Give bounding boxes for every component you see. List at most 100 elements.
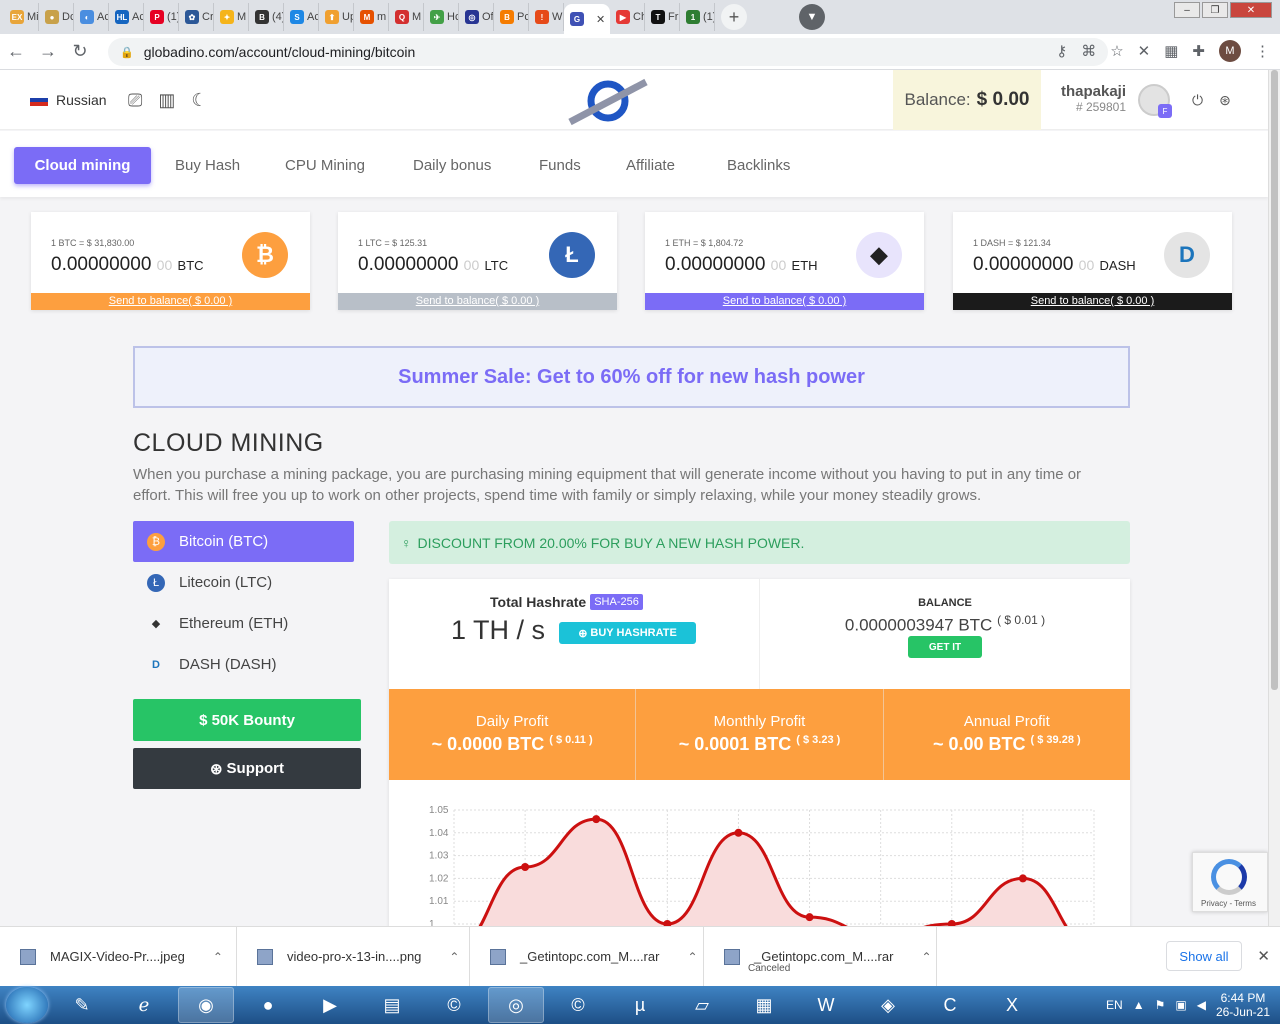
key-icon[interactable]: ⚷ xyxy=(1056,42,1067,60)
browser-tab[interactable]: ⬆Up xyxy=(319,3,354,31)
browser-tab[interactable]: 1(1) xyxy=(680,3,715,31)
chart-point[interactable] xyxy=(734,828,743,837)
taskbar-player-icon[interactable]: ▶ xyxy=(302,987,358,1023)
cast-icon[interactable]: ⎚ xyxy=(128,90,142,111)
download-item[interactable]: MAGIX-Video-Pr....jpeg ⌃ xyxy=(0,926,237,987)
menu-cpu-mining[interactable]: CPU Mining xyxy=(285,157,365,174)
dark-mode-icon[interactable]: ☾ xyxy=(191,90,207,111)
start-button[interactable] xyxy=(6,987,48,1023)
new-tab-button[interactable]: + xyxy=(721,4,747,30)
taskbar-winrar-icon[interactable]: ▦ xyxy=(736,987,792,1023)
page-scrollbar[interactable] xyxy=(1268,70,1280,926)
taskbar-utorrent-icon[interactable]: µ xyxy=(612,987,668,1023)
browser-tab[interactable]: S Ac xyxy=(284,3,319,31)
input-language[interactable]: EN xyxy=(1106,998,1123,1012)
coin-list-item[interactable]: ₿ Bitcoin (BTC) xyxy=(133,521,354,562)
scrollbar-thumb[interactable] xyxy=(1271,70,1278,690)
reload-icon[interactable]: ↻ xyxy=(64,41,96,62)
taskbar-camtasia2-icon[interactable]: © xyxy=(550,987,606,1023)
tab-close-icon[interactable]: ✕ xyxy=(596,13,605,26)
forward-icon[interactable]: → xyxy=(32,41,64,62)
download-item[interactable]: video-pro-x-13-in....png ⌃ xyxy=(237,926,470,987)
profile-avatar[interactable]: M xyxy=(1219,40,1241,62)
recaptcha-badge[interactable]: Privacy - Terms xyxy=(1192,852,1268,912)
browser-tab[interactable]: B Pc xyxy=(494,3,529,31)
taskbar-notes-icon[interactable]: ▱ xyxy=(674,987,730,1023)
menu-funds[interactable]: Funds xyxy=(539,157,581,174)
tray-arrow-icon[interactable]: ▲ xyxy=(1133,998,1145,1012)
support-button[interactable]: ⊛ Support xyxy=(133,748,361,789)
chart-point[interactable] xyxy=(521,863,530,871)
chevron-up-icon[interactable]: ⌃ xyxy=(921,950,931,964)
recaptcha-terms[interactable]: Privacy - Terms xyxy=(1201,899,1256,908)
network-icon[interactable]: ▣ xyxy=(1175,998,1186,1012)
browser-tab[interactable]: ◎ Of xyxy=(459,3,494,31)
taskbar-paint-icon[interactable]: ✎ xyxy=(54,987,110,1023)
send-to-balance-link[interactable]: Send to balance( $ 0.00 ) xyxy=(31,293,310,310)
coin-list-item[interactable]: D DASH (DASH) xyxy=(133,644,354,685)
show-all-downloads-button[interactable]: Show all xyxy=(1166,941,1242,971)
extension-icon[interactable]: ✕ xyxy=(1138,42,1151,60)
browser-tab[interactable]: ▶Ch xyxy=(610,3,645,31)
menu-affiliate[interactable]: Affiliate xyxy=(626,157,675,174)
puzzle-icon[interactable]: ✚ xyxy=(1192,42,1205,60)
bounty-button[interactable]: $ 50K Bounty xyxy=(133,699,361,741)
user-info[interactable]: thapakaji # 259801 xyxy=(1058,83,1126,114)
chevron-up-icon[interactable]: ⌃ xyxy=(213,950,223,964)
translate-icon[interactable]: ⌘ xyxy=(1081,42,1096,60)
taskbar-firefox-icon[interactable]: ● xyxy=(240,987,296,1023)
menu-buy-hash[interactable]: Buy Hash xyxy=(175,157,240,174)
taskbar-ie-icon[interactable]: ℯ xyxy=(116,987,172,1023)
help-icon[interactable]: ⊛ xyxy=(1219,92,1231,109)
site-logo[interactable] xyxy=(566,76,650,126)
close-window-button[interactable]: ✕ xyxy=(1230,2,1272,18)
tab-search-icon[interactable]: ▼ xyxy=(799,4,825,30)
send-to-balance-link[interactable]: Send to balance( $ 0.00 ) xyxy=(645,293,924,310)
back-icon[interactable]: ← xyxy=(0,41,32,62)
browser-tab[interactable]: Mm xyxy=(354,3,389,31)
taskbar-tool-icon[interactable]: ▤ xyxy=(364,987,420,1023)
restore-button[interactable]: ❐ xyxy=(1202,2,1228,18)
send-to-balance-link[interactable]: Send to balance( $ 0.00 ) xyxy=(338,293,617,310)
avatar[interactable]: F xyxy=(1138,84,1172,118)
menu-kebab-icon[interactable]: ⋮ xyxy=(1255,42,1270,60)
browser-tab[interactable]: ! W xyxy=(529,3,564,31)
browser-tab[interactable]: ✿ Cr xyxy=(179,3,214,31)
chart-point[interactable] xyxy=(1018,874,1027,883)
browser-tab[interactable]: ✈Hc xyxy=(424,3,459,31)
chart-point[interactable] xyxy=(592,815,601,824)
chevron-up-icon[interactable]: ⌃ xyxy=(687,950,697,964)
coin-list-item[interactable]: Ł Litecoin (LTC) xyxy=(133,562,354,603)
browser-tab[interactable]: ◐ Ac xyxy=(74,3,109,31)
tray-flag-icon[interactable]: ⚑ xyxy=(1155,998,1166,1012)
promo-banner[interactable]: Summer Sale: Get to 60% off for new hash… xyxy=(133,346,1130,408)
power-icon[interactable]: ⏻ xyxy=(1192,92,1203,109)
minimize-button[interactable]: – xyxy=(1174,2,1200,18)
coin-list-item[interactable]: ◆ Ethereum (ETH) xyxy=(133,603,354,644)
browser-tab[interactable]: P(1) xyxy=(144,3,179,31)
browser-tab[interactable]: T Fr xyxy=(645,3,680,31)
taskbar-excel-icon[interactable]: X xyxy=(984,987,1040,1023)
address-bar[interactable]: 🔒 globadino.com/account/cloud-mining/bit… xyxy=(108,38,1108,66)
send-to-balance-link[interactable]: Send to balance( $ 0.00 ) xyxy=(953,293,1232,310)
chevron-up-icon[interactable]: ⌃ xyxy=(449,950,459,964)
menu-daily-bonus[interactable]: Daily bonus xyxy=(413,157,491,174)
browser-tab[interactable]: QM xyxy=(389,3,424,31)
taskbar-media-icon[interactable]: ◉ xyxy=(178,987,234,1023)
stats-icon[interactable]: ▥ xyxy=(158,90,175,111)
taskbar-camtasia3-icon[interactable]: C xyxy=(922,987,978,1023)
language-switcher[interactable]: Russian xyxy=(30,92,107,108)
close-downloads-icon[interactable]: ✕ xyxy=(1257,947,1270,965)
download-item[interactable]: _Getintopc.com_M....rar ⌃ xyxy=(470,926,704,987)
menu-backlinks[interactable]: Backlinks xyxy=(727,157,790,174)
buy-hashrate-button[interactable]: ⊕ BUY HASHRATE xyxy=(559,622,696,644)
browser-tab[interactable]: G ✕ xyxy=(564,4,610,34)
get-it-button[interactable]: GET IT xyxy=(908,636,982,658)
menu-cloud-mining[interactable]: Cloud mining xyxy=(14,147,151,184)
taskbar-sketchup-icon[interactable]: ◈ xyxy=(860,987,916,1023)
volume-icon[interactable]: ◀ xyxy=(1197,998,1206,1012)
chart-point[interactable] xyxy=(805,913,814,922)
taskbar-camtasia-icon[interactable]: © xyxy=(426,987,482,1023)
calendar-extension-icon[interactable]: ▦ xyxy=(1164,42,1178,60)
browser-tab[interactable]: ●Dc xyxy=(39,3,74,31)
